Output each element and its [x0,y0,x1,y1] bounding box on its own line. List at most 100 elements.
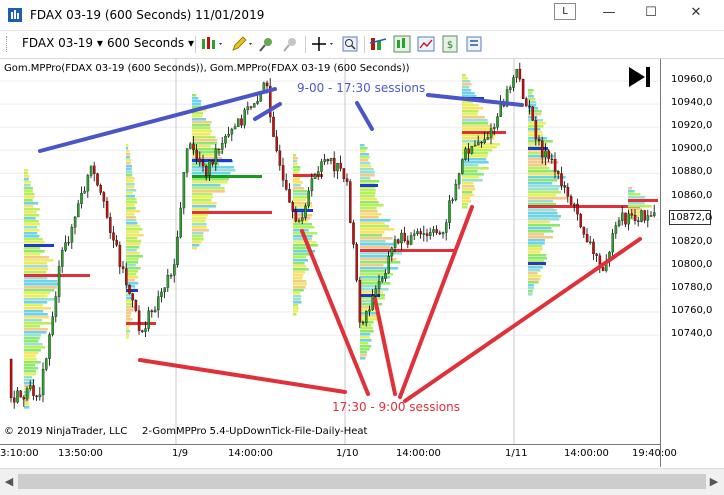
profile-bar [360,246,390,249]
time-tick-label: 14:00:00 [564,448,609,459]
time-tick-label: 13:50:00 [58,448,103,459]
candle-body [454,183,458,200]
candle-body [480,141,483,144]
profile-bar [192,199,212,202]
profile-bar [462,203,468,206]
maximize-icon[interactable]: ☐ [641,3,661,23]
day-session-trendline[interactable] [355,101,374,131]
candle-body [553,159,557,172]
profile-bar [24,370,36,373]
night-session-trendline[interactable] [138,358,347,394]
close-icon[interactable]: ✕ [686,3,706,23]
chart-panel[interactable]: Gom.MPPro(FDAX 03-19 (600 Seconds)), Gom… [0,59,724,467]
crosshair-icon[interactable] [310,35,336,53]
profile-bar [126,264,136,267]
candle-body [499,102,502,117]
properties-icon[interactable] [465,35,483,53]
profile-bar [126,174,133,177]
templates-icon[interactable] [417,35,435,53]
time-axis[interactable]: 3:10:00 13:50:00 1/9 14:00:00 1/10 14:00:00 1/… [0,444,677,468]
profile-bar [24,286,57,289]
profile-bar [360,270,386,273]
scroll-to-end-icon[interactable] [629,67,650,87]
strategies-icon[interactable] [393,35,411,53]
link-button[interactable]: L [554,3,576,20]
annotation-night-sessions: 17:30 - 9:00 sessions [332,400,460,414]
profile-bar [192,181,228,184]
profile-bar [24,325,40,328]
profile-bar [192,223,207,226]
profile-bar [360,147,368,150]
money-icon[interactable]: $ [441,35,459,53]
profile-bar [24,193,35,196]
profile-bar [360,144,365,147]
day-session-trendline[interactable] [253,102,282,121]
candle-body [573,203,576,206]
profile-bar [628,205,652,208]
profile-bar [528,143,548,146]
data-box-icon[interactable] [341,35,359,53]
price-tick-label: 10960,0 [671,74,713,85]
candle-body [57,266,61,297]
profile-bar [126,252,140,255]
profile-bar [126,270,138,273]
candle-body [153,309,157,313]
day-session-trendline[interactable] [38,87,277,153]
candle-body [467,148,470,154]
profile-level-marker [24,274,90,277]
scroll-right-icon[interactable]: ▶ [706,473,722,490]
scroll-left-icon[interactable]: ◀ [1,473,17,490]
chart-plot[interactable] [0,59,660,444]
profile-bar [293,277,303,280]
profile-bar [24,181,32,184]
profile-bar [293,199,306,202]
candle-body [256,101,259,104]
profile-bar [24,358,37,361]
candle-body [640,210,643,222]
pencil-icon[interactable] [230,35,254,53]
night-session-trendline[interactable] [403,237,642,403]
profile-bar [360,192,376,195]
profile-bar [293,304,298,307]
candle-body [637,220,640,222]
candle-body [397,239,400,244]
candle-body [419,231,422,235]
minimize-icon[interactable]: — [599,3,619,23]
profile-bar [293,157,298,160]
profile-bar [628,187,632,190]
profile-bar [126,159,132,162]
profile-bar [293,283,308,286]
profile-bar [24,352,39,355]
profile-bar [360,210,378,213]
profile-bar [293,271,306,274]
zoom-out-icon[interactable] [282,35,300,53]
horizontal-scrollbar[interactable]: ◀ ▶ [0,468,724,495]
price-tick-label: 10940,0 [671,97,713,109]
profile-bar [126,276,139,279]
toolbar-grip[interactable] [6,36,10,52]
profile-bar [360,180,379,183]
profile-bar [528,128,541,131]
zoom-in-icon[interactable] [258,35,276,53]
profile-bar [462,113,478,116]
instrument-selector[interactable]: FDAX 03-19 ▾ [22,36,103,50]
profile-bar [126,258,139,261]
candle-body [365,311,368,323]
night-session-trendline[interactable] [373,297,397,396]
profile-bar [528,293,533,296]
candle-body [336,162,339,172]
interval-selector[interactable]: 600 Seconds ▾ [107,36,194,50]
indicators-icon[interactable] [369,35,387,53]
profile-bar [528,257,548,260]
chart-style-icon[interactable] [200,35,224,53]
profile-bar [293,166,301,169]
profile-bar [192,145,211,148]
candle-body [22,397,26,400]
profile-bar [360,351,367,354]
profile-level-marker [126,322,156,325]
candle-body [224,136,227,144]
profile-bar [126,153,131,156]
price-axis[interactable]: 10960,0 10940,0 10920,0 10900,0 10880,0 10860… [660,59,724,467]
scroll-thumb[interactable] [18,474,706,489]
profile-bar [24,307,51,310]
